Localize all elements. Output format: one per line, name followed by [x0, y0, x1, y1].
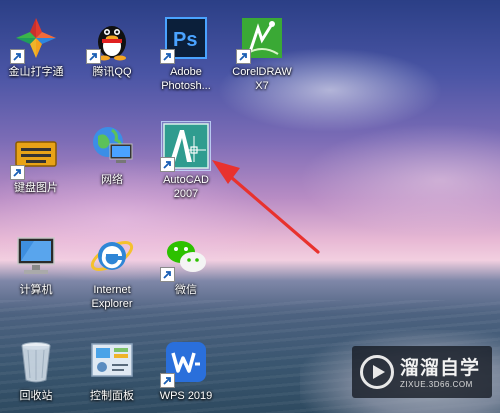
icon-label: 计算机	[19, 284, 53, 296]
keyboard-image-icon	[10, 130, 60, 180]
shortcut-arrow-icon	[10, 49, 25, 64]
qq-penguin-icon	[86, 14, 136, 64]
watermark-title: 溜溜自学	[400, 357, 481, 379]
network-globe-icon	[88, 122, 136, 170]
watermark: 溜溜自学 ZIXUE.3D66.COM	[352, 346, 492, 398]
svg-text:Ps: Ps	[173, 29, 197, 51]
desktop-icon-keyboard-image[interactable]: 键盘图片	[0, 130, 72, 195]
internet-explorer-icon	[88, 232, 136, 280]
icon-label: 腾讯QQ	[92, 66, 132, 78]
desktop-icon-photoshop[interactable]: Ps Adobe Photosh...	[150, 14, 222, 93]
shortcut-arrow-icon	[236, 49, 251, 64]
desktop-icon-jinshan-typing[interactable]: 金山打字通	[0, 14, 72, 79]
autocad-icon	[160, 121, 211, 172]
shortcut-arrow-icon	[160, 373, 175, 388]
desktop-icon-autocad[interactable]: AutoCAD 2007	[150, 121, 222, 201]
wps-icon	[160, 338, 210, 388]
shortcut-arrow-icon	[160, 157, 175, 172]
jinshan-typing-icon	[10, 14, 60, 64]
icon-label: 回收站	[19, 390, 53, 402]
shortcut-arrow-icon	[86, 49, 101, 64]
icon-label: 金山打字通	[8, 66, 64, 78]
icon-label: Adobe Photosh...	[161, 66, 211, 92]
desktop-icon-network[interactable]: 网络	[76, 122, 148, 187]
wechat-icon	[160, 232, 210, 282]
recycle-bin-icon	[12, 338, 60, 386]
desktop-icon-computer[interactable]: 计算机	[0, 232, 72, 297]
watermark-url: ZIXUE.3D66.COM	[400, 380, 473, 389]
shortcut-arrow-icon	[10, 165, 25, 180]
desktop-icon-qq[interactable]: 腾讯QQ	[76, 14, 148, 79]
desktop-icon-recycle-bin[interactable]: 回收站	[0, 338, 72, 403]
icon-label: 微信	[175, 284, 197, 296]
computer-icon	[12, 232, 60, 280]
desktop-icon-wps[interactable]: WPS 2019	[150, 338, 222, 403]
desktop-icon-coreldraw[interactable]: CorelDRAW X7	[226, 14, 298, 93]
icon-label: 键盘图片	[14, 182, 58, 194]
icon-label: Internet Explorer	[91, 284, 133, 310]
play-logo-icon	[360, 355, 394, 389]
desktop-icon-control-panel[interactable]: 控制面板	[76, 338, 148, 403]
icon-label: 网络	[101, 174, 123, 186]
desktop-icon-wechat[interactable]: 微信	[150, 232, 222, 297]
shortcut-arrow-icon	[160, 49, 175, 64]
icon-label: 控制面板	[90, 390, 134, 402]
icon-label: WPS 2019	[159, 390, 213, 402]
shortcut-arrow-icon	[160, 267, 175, 282]
control-panel-icon	[88, 338, 136, 386]
desktop[interactable]: 金山打字通 腾讯QQ Ps Adobe Photosh... CorelDRAW…	[0, 0, 500, 413]
desktop-icon-internet-explorer[interactable]: Internet Explorer	[76, 232, 148, 311]
icon-label: AutoCAD 2007	[163, 174, 209, 200]
icon-label: CorelDRAW X7	[232, 66, 292, 92]
photoshop-icon: Ps	[160, 14, 210, 64]
coreldraw-icon	[236, 14, 286, 64]
